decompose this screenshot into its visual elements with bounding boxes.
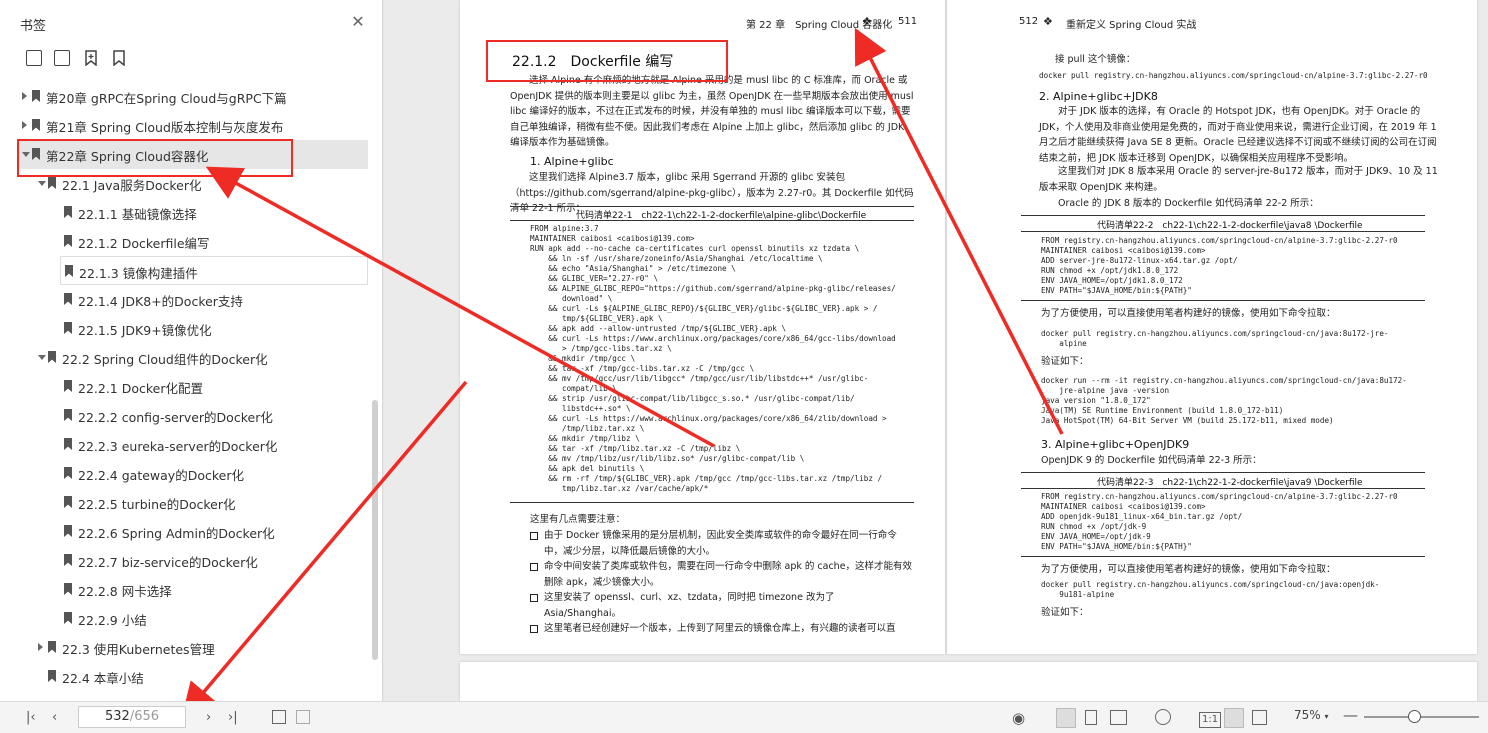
fit-page-icon[interactable] xyxy=(1224,708,1244,728)
forward-icon[interactable] xyxy=(296,710,310,724)
arrow-to-sidebar xyxy=(205,166,715,448)
single-page-icon[interactable] xyxy=(1056,708,1076,728)
actual-size-icon[interactable]: 1:1 xyxy=(1199,712,1222,728)
two-page-icon[interactable] xyxy=(1110,710,1127,725)
arrow-to-page-input xyxy=(181,380,468,719)
prev-page-icon[interactable]: ‹ xyxy=(52,711,57,725)
zoom-select[interactable]: 75% ▾ xyxy=(1294,708,1329,722)
last-page-icon[interactable]: ›| xyxy=(228,711,238,725)
zoom-level: 75% xyxy=(1294,708,1321,722)
bottom-toolbar: |‹ ‹ › ›| ◉ 1:1 — xyxy=(0,701,1488,733)
arrow-to-header xyxy=(854,27,1064,435)
fit-width-icon[interactable] xyxy=(1252,710,1267,725)
annotation-arrows xyxy=(181,27,1064,719)
first-page-icon[interactable]: |‹ xyxy=(26,711,36,725)
continuous-page-icon[interactable] xyxy=(1085,710,1097,725)
chevron-down-icon: ▾ xyxy=(1324,712,1329,721)
zoom-slider[interactable] xyxy=(1364,716,1479,718)
play-icon[interactable] xyxy=(1155,709,1171,725)
zoom-out-icon[interactable]: — xyxy=(1343,708,1358,723)
current-page: 532 xyxy=(104,709,130,724)
eye-protect-icon[interactable]: ◉ xyxy=(1012,711,1025,726)
back-icon[interactable] xyxy=(272,710,286,724)
next-page-icon[interactable]: › xyxy=(206,711,211,725)
total-pages: /656 xyxy=(129,709,160,724)
page-number-input[interactable]: 532/656 xyxy=(78,706,186,728)
zoom-slider-handle[interactable] xyxy=(1408,710,1421,723)
